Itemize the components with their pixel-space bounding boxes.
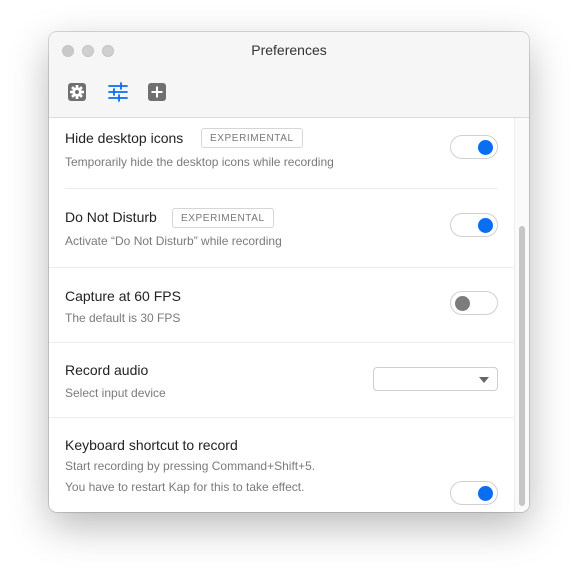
tab-advanced[interactable]	[107, 82, 129, 102]
window-title: Preferences	[251, 42, 327, 58]
setting-description: Activate “Do Not Disturb” while recordin…	[65, 234, 282, 248]
plus-square-icon	[148, 83, 166, 101]
setting-keyboard-shortcut: Keyboard shortcut to record Start record…	[49, 418, 514, 512]
title-bar: Preferences	[49, 32, 529, 118]
setting-description: Temporarily hide the desktop icons while…	[65, 155, 334, 169]
setting-description-note: You have to restart Kap for this to take…	[65, 480, 305, 494]
gear-icon	[68, 83, 86, 101]
tab-general[interactable]	[67, 82, 87, 102]
scrollbar-thumb[interactable]	[519, 226, 525, 506]
setting-do-not-disturb: Do Not Disturb EXPERIMENTAL Activate “Do…	[49, 189, 514, 267]
audio-input-device-select[interactable]	[373, 367, 498, 391]
capture-60fps-toggle[interactable]	[450, 291, 498, 315]
experimental-badge: EXPERIMENTAL	[172, 208, 274, 228]
setting-hide-desktop-icons: Hide desktop icons EXPERIMENTAL Temporar…	[49, 118, 514, 188]
setting-label: Capture at 60 FPS	[65, 288, 181, 304]
setting-capture-60fps: Capture at 60 FPS The default is 30 FPS	[49, 268, 514, 342]
setting-label: Record audio	[65, 362, 149, 378]
tab-plugins[interactable]	[147, 82, 167, 102]
hide-desktop-icons-toggle[interactable]	[450, 135, 498, 159]
setting-label: Hide desktop icons	[65, 130, 184, 146]
do-not-disturb-toggle[interactable]	[450, 213, 498, 237]
sliders-icon	[108, 82, 128, 102]
setting-description: Select input device	[65, 386, 166, 400]
experimental-badge: EXPERIMENTAL	[201, 128, 303, 148]
setting-record-audio: Record audio Select input device	[49, 343, 514, 417]
chevron-down-icon	[479, 377, 489, 383]
setting-label: Do Not Disturb	[65, 209, 157, 225]
setting-label: Keyboard shortcut to record	[65, 437, 238, 453]
settings-list: Hide desktop icons EXPERIMENTAL Temporar…	[49, 118, 514, 512]
scrollbar[interactable]	[514, 118, 529, 512]
preferences-window: Preferences Hide desktop icons EXPERIMEN…	[49, 32, 529, 512]
keyboard-shortcut-toggle[interactable]	[450, 481, 498, 505]
setting-description: The default is 30 FPS	[65, 311, 181, 325]
setting-description: Start recording by pressing Command+Shif…	[65, 459, 316, 473]
